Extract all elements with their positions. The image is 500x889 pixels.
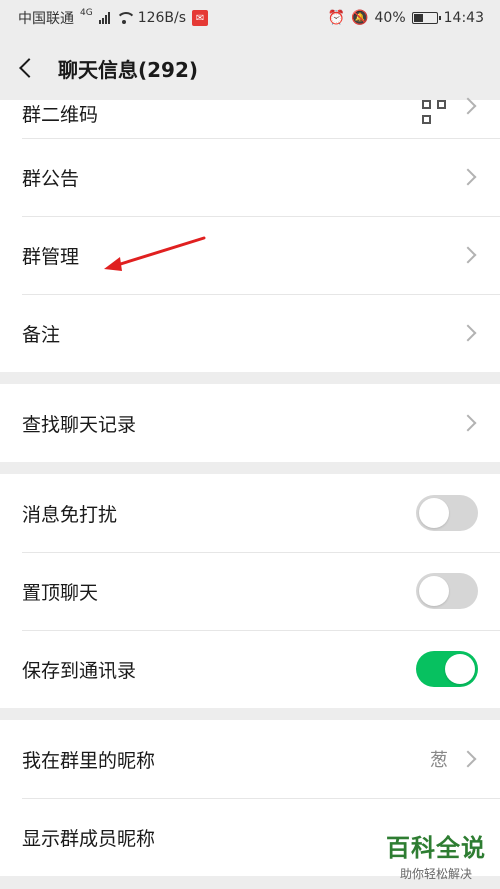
- row-label: 消息免打扰: [22, 503, 118, 526]
- nickname-value: 葱: [430, 750, 448, 771]
- watermark: 百科全说 助你轻松解决: [386, 828, 486, 882]
- back-icon[interactable]: [14, 55, 40, 81]
- chevron-right-icon: [459, 324, 477, 342]
- section-divider: [0, 372, 500, 384]
- mute-toggle[interactable]: [416, 495, 478, 531]
- row-my-nickname[interactable]: 我在群里的昵称 葱: [0, 720, 500, 798]
- group-section-3: 消息免打扰 置顶聊天 保存到通讯录: [0, 474, 500, 708]
- settings-list: 群二维码 群公告 群管理 备注 查找聊天记录 消息免打扰 置顶聊天 保存到通讯录…: [0, 97, 500, 876]
- row-label: 我在群里的昵称: [22, 749, 156, 772]
- alarm-icon: ⏰: [327, 10, 346, 26]
- row-mute: 消息免打扰: [0, 474, 500, 552]
- row-save-contacts: 保存到通讯录: [0, 630, 500, 708]
- qr-code-icon: [422, 100, 446, 124]
- battery-icon: [411, 12, 441, 24]
- chevron-right-icon: [459, 168, 477, 186]
- section-divider: [0, 708, 500, 720]
- section-divider: [0, 462, 500, 474]
- row-label: 查找聊天记录: [22, 413, 137, 436]
- row-label: 置顶聊天: [22, 581, 99, 604]
- row-label: 备注: [22, 323, 61, 346]
- pin-toggle[interactable]: [416, 573, 478, 609]
- save-contacts-toggle[interactable]: [416, 651, 478, 687]
- watermark-subtitle: 助你轻松解决: [399, 867, 472, 881]
- row-announcement[interactable]: 群公告: [0, 138, 500, 216]
- watermark-title: 百科全说: [386, 834, 486, 862]
- row-search-history[interactable]: 查找聊天记录: [0, 384, 500, 462]
- row-label: 群公告: [22, 167, 80, 190]
- row-label: 群二维码: [22, 104, 99, 126]
- row-group-management[interactable]: 群管理: [0, 216, 500, 294]
- status-bar: 中国联通 4G 126B/s ✉ ⏰ 🔕 40% 14:43: [0, 0, 500, 36]
- group-section-2: 查找聊天记录: [0, 384, 500, 462]
- net-speed: 126B/s: [137, 10, 187, 26]
- wifi-icon: [115, 12, 136, 24]
- battery-percent: 40%: [374, 10, 406, 26]
- row-label: 群管理: [22, 245, 80, 268]
- row-pin: 置顶聊天: [0, 552, 500, 630]
- chevron-right-icon: [459, 750, 477, 768]
- clock: 14:43: [443, 10, 484, 26]
- page-title: 聊天信息(292): [58, 57, 199, 82]
- annotation-arrow-icon: [104, 236, 206, 271]
- chevron-right-icon: [459, 414, 477, 432]
- chevron-right-icon: [459, 97, 477, 115]
- network-type: 4G: [80, 8, 93, 18]
- notification-app-icon: ✉: [192, 10, 209, 26]
- chevron-right-icon: [459, 246, 477, 264]
- signal-icon: [98, 12, 110, 24]
- row-remark[interactable]: 备注: [0, 294, 500, 372]
- row-label: 保存到通讯录: [22, 659, 137, 682]
- nav-bar: 聊天信息(292): [0, 36, 500, 100]
- mute-icon: 🔕: [351, 10, 369, 26]
- carrier-name: 中国联通: [18, 11, 74, 27]
- row-qr-code[interactable]: 群二维码: [0, 97, 500, 138]
- group-section-1: 群二维码 群公告 群管理 备注: [0, 97, 500, 372]
